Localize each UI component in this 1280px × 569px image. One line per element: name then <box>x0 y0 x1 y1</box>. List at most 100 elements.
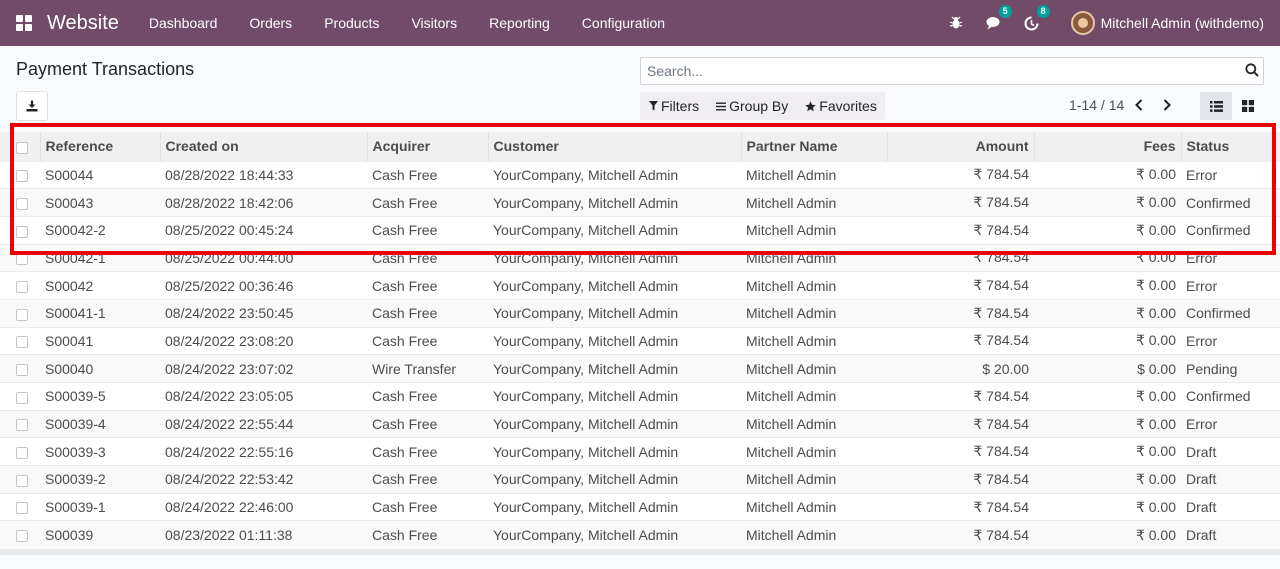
menu-dashboard[interactable]: Dashboard <box>133 0 234 46</box>
amount-cell: ₹ 784.54 <box>887 465 1034 494</box>
row-select-cell <box>0 465 40 494</box>
app-brand[interactable]: Website <box>47 12 119 35</box>
col-status[interactable]: Status <box>1181 132 1280 161</box>
reference-cell: S00039-5 <box>40 382 160 411</box>
messages-icon[interactable]: 5 <box>985 5 1012 32</box>
col-acquirer[interactable]: Acquirer <box>367 132 489 161</box>
select-all-checkbox[interactable] <box>16 141 28 154</box>
partner-name-cell: Mitchell Admin <box>741 437 887 466</box>
table-row[interactable]: S00039-3 08/24/2022 22:55:16 Cash Free Your… <box>0 437 1280 466</box>
menu-visitors[interactable]: Visitors <box>395 0 473 46</box>
row-select-cell <box>0 215 40 245</box>
table-row[interactable]: S00039 08/23/2022 01:11:38 Cash Free YourCo… <box>0 520 1280 549</box>
table-row[interactable]: S00039-4 08/24/2022 22:55:44 Cash Free Your… <box>0 409 1280 438</box>
table-row[interactable]: S00041-1 08/24/2022 23:50:45 Cash Free Your… <box>0 298 1280 328</box>
created-on-cell: 08/28/2022 18:44:33 <box>160 160 367 189</box>
row-checkbox[interactable] <box>16 197 28 210</box>
table-row[interactable]: S00040 08/24/2022 23:07:02 Wire Transfer Yo… <box>0 354 1280 383</box>
col-partner-name[interactable]: Partner Name <box>741 132 888 161</box>
menu-reporting[interactable]: Reporting <box>473 0 566 46</box>
created-on-cell: 08/25/2022 00:36:46 <box>160 271 367 300</box>
user-name[interactable]: Mitchell Admin (withdemo) <box>1101 15 1264 31</box>
row-checkbox[interactable] <box>16 225 28 238</box>
pager-previous-button[interactable] <box>1134 98 1144 114</box>
amount-cell: ₹ 784.54 <box>887 520 1034 549</box>
pager-next-button[interactable] <box>1162 98 1172 114</box>
table-row[interactable]: S00042 08/25/2022 00:36:46 Cash Free YourCo… <box>0 271 1280 300</box>
pager-value[interactable]: 1-14 / 14 <box>1069 97 1124 113</box>
fees-cell: ₹ 0.00 <box>1034 271 1181 300</box>
row-checkbox[interactable] <box>16 170 28 183</box>
amount-cell: ₹ 784.54 <box>887 188 1034 217</box>
acquirer-cell: Cash Free <box>367 188 488 217</box>
row-checkbox[interactable] <box>16 502 28 515</box>
col-reference[interactable]: Reference <box>40 132 161 161</box>
created-on-cell: 08/24/2022 23:05:05 <box>160 382 367 411</box>
favorites-button[interactable]: Favorites <box>805 98 877 114</box>
messages-badge: 5 <box>998 5 1012 18</box>
col-amount[interactable]: Amount <box>887 132 1035 161</box>
menu-orders[interactable]: Orders <box>233 0 308 46</box>
row-checkbox[interactable] <box>16 336 28 349</box>
reference-cell: S00043 <box>40 188 160 217</box>
favorites-label: Favorites <box>819 98 877 114</box>
menu-configuration[interactable]: Configuration <box>566 0 681 46</box>
row-checkbox[interactable] <box>16 391 28 404</box>
col-customer[interactable]: Customer <box>488 132 742 161</box>
col-fees[interactable]: Fees <box>1034 132 1182 161</box>
customer-cell: YourCompany, Mitchell Admin <box>488 215 741 245</box>
table-row[interactable]: S00041 08/24/2022 23:08:20 Cash Free YourCo… <box>0 326 1280 355</box>
kanban-view-button[interactable] <box>1232 92 1264 120</box>
list-view-button[interactable] <box>1200 92 1232 120</box>
page-title[interactable]: Payment Transactions <box>16 59 194 80</box>
group-by-label: Group By <box>729 98 789 114</box>
row-select-cell <box>0 160 40 189</box>
customer-cell: YourCompany, Mitchell Admin <box>488 382 741 411</box>
systray: 5 8 Mitchell Admin (withdemo) <box>927 0 1264 46</box>
status-cell: Confirmed <box>1181 215 1280 245</box>
download-button[interactable] <box>16 91 48 121</box>
bug-icon[interactable] <box>947 14 965 32</box>
filters-button[interactable]: Filters <box>649 98 699 114</box>
customer-cell: YourCompany, Mitchell Admin <box>488 520 741 549</box>
acquirer-cell: Cash Free <box>367 326 488 355</box>
activity-icon[interactable]: 8 <box>1023 5 1050 32</box>
table-row[interactable]: S00043 08/28/2022 18:42:06 Cash Free YourCo… <box>0 188 1280 217</box>
customer-cell: YourCompany, Mitchell Admin <box>488 188 741 217</box>
row-checkbox[interactable] <box>16 363 28 376</box>
row-checkbox[interactable] <box>16 253 28 266</box>
row-select-cell <box>0 437 40 466</box>
table-row[interactable]: S00039-2 08/24/2022 22:53:42 Cash Free Your… <box>0 465 1280 494</box>
filter-icon <box>649 101 658 111</box>
reference-cell: S00039-1 <box>40 492 160 521</box>
acquirer-cell: Cash Free <box>367 492 488 521</box>
main-menu: Dashboard Orders Products Visitors Repor… <box>133 0 681 46</box>
amount-cell: ₹ 784.54 <box>887 326 1034 355</box>
table-row[interactable]: S00042-2 08/25/2022 00:45:24 Cash Free Your… <box>0 215 1280 245</box>
customer-cell: YourCompany, Mitchell Admin <box>488 409 741 438</box>
customer-cell: YourCompany, Mitchell Admin <box>488 326 741 355</box>
table-row[interactable]: S00042-1 08/25/2022 00:44:00 Cash Free Your… <box>0 243 1280 272</box>
search-input[interactable] <box>647 63 1227 79</box>
row-checkbox[interactable] <box>16 280 28 293</box>
row-checkbox[interactable] <box>16 308 28 321</box>
row-select-cell <box>0 409 40 438</box>
group-by-button[interactable]: Group By <box>716 98 788 114</box>
amount-cell: ₹ 784.54 <box>887 271 1034 300</box>
acquirer-cell: Cash Free <box>367 160 488 189</box>
table-row[interactable]: S00039-5 08/24/2022 23:05:05 Cash Free Your… <box>0 382 1280 411</box>
row-checkbox[interactable] <box>16 419 28 432</box>
customer-cell: YourCompany, Mitchell Admin <box>488 271 741 300</box>
row-checkbox[interactable] <box>16 474 28 487</box>
row-checkbox[interactable] <box>16 530 28 543</box>
row-select-cell <box>0 382 40 411</box>
col-created-on[interactable]: Created on <box>160 132 368 161</box>
user-avatar[interactable] <box>1070 11 1095 35</box>
table-row[interactable]: S00044 08/28/2022 18:44:33 Cash Free YourCo… <box>0 160 1280 189</box>
menu-products[interactable]: Products <box>308 0 395 46</box>
table-row[interactable]: S00039-1 08/24/2022 22:46:00 Cash Free Your… <box>0 492 1280 521</box>
row-checkbox[interactable] <box>16 447 28 460</box>
apps-menu-icon[interactable] <box>16 15 32 31</box>
search-icon[interactable] <box>1245 63 1259 80</box>
partner-name-cell: Mitchell Admin <box>741 243 887 272</box>
